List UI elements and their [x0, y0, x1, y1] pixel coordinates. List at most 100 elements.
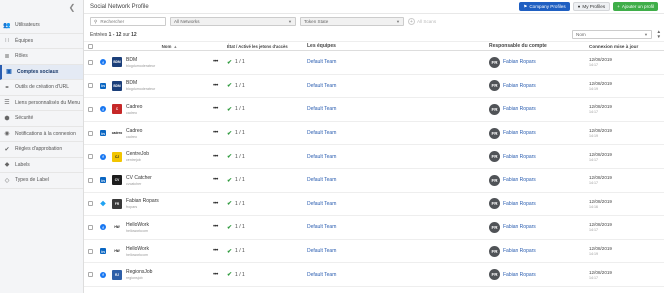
row-actions-icon[interactable]: ••• [213, 83, 227, 89]
profile-name[interactable]: CV Catcher [126, 175, 213, 181]
team-link[interactable]: Default Team [307, 83, 489, 89]
owner-name[interactable]: Fabian Ropars [503, 272, 536, 278]
owner-name[interactable]: Fabian Ropars [503, 201, 536, 207]
owner-name[interactable]: Fabian Ropars [503, 224, 536, 230]
sort-select[interactable]: Nom ▼ [572, 30, 652, 39]
row-actions-icon[interactable]: ••• [213, 59, 227, 65]
collapse-sidebar-icon[interactable]: ❮ [67, 3, 77, 13]
last-login-time: 14:19 [589, 134, 598, 139]
profile-name[interactable]: RegionsJob [126, 269, 213, 275]
row-checkbox[interactable] [88, 154, 93, 160]
name-header[interactable]: Nom ▲ [126, 44, 213, 49]
team-link[interactable]: Default Team [307, 201, 489, 207]
profile-name[interactable]: HelloWork [126, 246, 213, 252]
row-select-cell [88, 224, 100, 230]
row-checkbox[interactable] [88, 83, 93, 89]
row-checkbox[interactable] [88, 130, 93, 136]
row-checkbox[interactable] [88, 248, 93, 254]
my-profiles-button[interactable]: ● My Profiles [572, 2, 611, 11]
network-cell: f [100, 59, 112, 66]
profile-name[interactable]: Cadreo [126, 104, 213, 110]
team-link[interactable]: Default Team [307, 106, 489, 112]
row-checkbox[interactable] [88, 177, 93, 183]
header-actions: ⚑ Company Profiles ● My Profiles + Ajout… [519, 2, 658, 11]
team-link[interactable]: Default Team [307, 130, 489, 136]
owner-name[interactable]: Fabian Ropars [503, 83, 536, 89]
row-checkbox[interactable] [88, 201, 93, 207]
security-icon: ⬢ [4, 115, 10, 122]
sidebar-item-3[interactable]: ▣ Comptes sociaux [0, 64, 83, 80]
team-link[interactable]: Default Team [307, 177, 489, 183]
token-state-select[interactable]: Token State ▼ [300, 17, 404, 26]
team-link[interactable]: Default Team [307, 59, 489, 65]
sidebar-item-0[interactable]: 👥 Utilisateurs [0, 18, 83, 34]
row-checkbox[interactable] [88, 224, 93, 230]
sort-direction-icon[interactable]: ▲ ▼ [656, 29, 661, 39]
sidebar-item-5[interactable]: ☰ Liens personnalisés du Menu [0, 96, 83, 111]
owner-cell: FR Fabian Ropars [489, 198, 589, 210]
network-select[interactable]: All Networks ▼ [170, 17, 296, 26]
select-all-checkbox[interactable] [88, 43, 93, 49]
sidebar-item-9[interactable]: ◆ Labels [0, 158, 83, 173]
row-checkbox[interactable] [88, 106, 93, 112]
profile-name[interactable]: Fabian Ropars [126, 198, 213, 204]
check-icon: ✔ [227, 130, 233, 137]
network-cell: f [100, 271, 112, 278]
sidebar-item-2[interactable]: ≣ Rôles [0, 49, 83, 65]
owner-cell: FR Fabian Ropars [489, 151, 589, 163]
profile-name[interactable]: Cadreo [126, 128, 213, 134]
profile-name[interactable]: CentreJob [126, 151, 213, 157]
sidebar-item-4[interactable]: ⚭ Outils de création d'URL [0, 80, 83, 96]
check-icon: ✔ [227, 106, 233, 113]
row-actions-icon[interactable]: ••• [213, 154, 227, 160]
team-icon: ∷ [5, 38, 9, 45]
state-cell: ✔ 1 / 1 [227, 153, 307, 161]
state-cell: ✔ 1 / 1 [227, 200, 307, 208]
team-link[interactable]: Default Team [307, 272, 489, 278]
last-login-date: 12/08/2019 [589, 57, 612, 63]
access-token-count: 1 / 1 [235, 82, 245, 89]
owner-name[interactable]: Fabian Ropars [503, 59, 536, 65]
profile-name-cell: CentreJob centrejob [126, 151, 213, 162]
owner-name[interactable]: Fabian Ropars [503, 130, 536, 136]
row-select-cell [88, 201, 100, 207]
team-link[interactable]: Default Team [307, 224, 489, 230]
sidebar-item-10[interactable]: ◇ Types de Label [0, 173, 83, 189]
row-actions-icon[interactable]: ••• [213, 106, 227, 112]
row-actions-icon[interactable]: ••• [213, 248, 227, 254]
row-actions-icon[interactable]: ••• [213, 201, 227, 207]
owner-name[interactable]: Fabian Ropars [503, 177, 536, 183]
row-actions-icon[interactable]: ••• [213, 177, 227, 183]
row-actions-icon[interactable]: ••• [213, 224, 227, 230]
last-login-cell: 12/08/2019 14:19 [589, 128, 649, 138]
owner-name[interactable]: Fabian Ropars [503, 154, 536, 160]
sidebar-item-6[interactable]: ⬢ Sécurité [0, 111, 83, 127]
header: Social Network Profile ⚑ Company Profile… [84, 0, 664, 14]
search-input[interactable]: ⚲ Rechercher [90, 17, 166, 26]
sidebar-item-1[interactable]: ∷ Équipes [0, 34, 83, 49]
state-cell: ✔ 1 / 1 [227, 106, 307, 113]
owner-name[interactable]: Fabian Ropars [503, 248, 536, 254]
profile-name[interactable]: BDM [126, 57, 213, 63]
row-checkbox[interactable] [88, 272, 93, 278]
teams-header: Les équipes [307, 43, 336, 49]
owner-cell: FR Fabian Ropars [489, 127, 589, 139]
state-cell: ✔ 1 / 1 [227, 224, 307, 231]
scans-filter[interactable]: + All Scans [408, 18, 436, 25]
row-actions-icon[interactable]: ••• [213, 130, 227, 136]
company-profiles-button[interactable]: ⚑ Company Profiles [519, 2, 570, 11]
sidebar-item-label: Comptes sociaux [17, 68, 59, 75]
row-checkbox[interactable] [88, 59, 93, 65]
team-link[interactable]: Default Team [307, 154, 489, 160]
profile-name[interactable]: BDM [126, 80, 213, 86]
sidebar-item-7[interactable]: ◉ Notifications à la connexion [0, 127, 83, 142]
state-cell: ✔ 1 / 1 [227, 271, 307, 279]
owner-name[interactable]: Fabian Ropars [503, 106, 536, 112]
state-header: État / Activé les jetons d'accès [227, 43, 288, 49]
profile-name[interactable]: HelloWork [126, 222, 213, 228]
team-link[interactable]: Default Team [307, 248, 489, 254]
add-profile-button[interactable]: + Ajouter un profil [613, 2, 658, 11]
sidebar-item-8[interactable]: ✔ Règles d'approbation [0, 142, 83, 158]
row-actions-icon[interactable]: ••• [213, 272, 227, 278]
last-login-date: 12/08/2019 [589, 128, 612, 134]
